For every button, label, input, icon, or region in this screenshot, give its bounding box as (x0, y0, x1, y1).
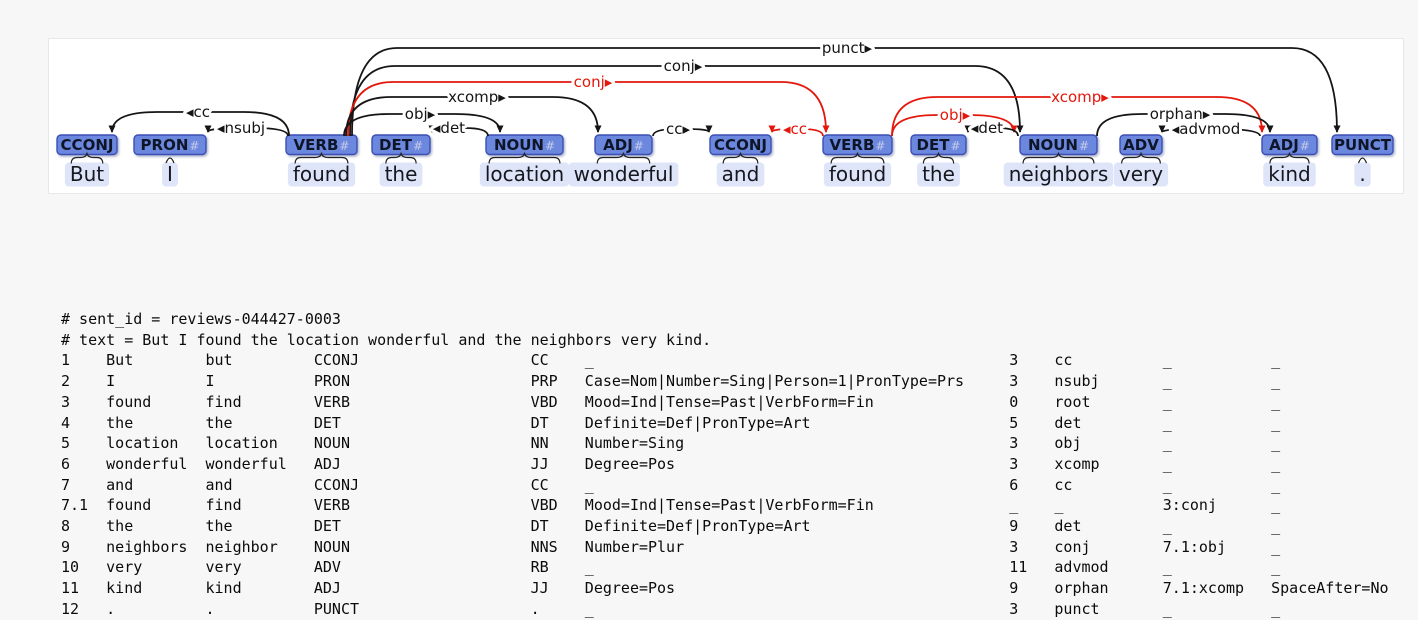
token[interactable]: PRON# I (133, 134, 207, 187)
token-pos-label: PRON# (141, 136, 200, 154)
token[interactable]: DET# the (371, 134, 431, 187)
token[interactable]: NOUN# neighbors (1003, 134, 1114, 187)
token-word[interactable]: the (385, 162, 418, 186)
token-pos-label: PUNCT (1334, 136, 1392, 154)
arc-label: ◂det (971, 119, 1003, 137)
arc-label: punct▸ (822, 39, 873, 57)
token[interactable]: VERB# found (285, 134, 358, 187)
token-pos-label: NOUN# (1028, 136, 1089, 154)
token[interactable]: ADV very (1113, 134, 1169, 187)
token-word[interactable]: kind (1268, 162, 1311, 186)
token[interactable]: ADJ# kind (1261, 134, 1318, 187)
token-pos-label: ADV (1123, 136, 1159, 154)
token[interactable]: PUNCT. (1331, 134, 1394, 187)
arc-label: cc▸ (666, 120, 690, 138)
conllu-text: # sent_id = reviews-044427-0003 # text =… (61, 310, 1389, 618)
token-word[interactable]: I (167, 162, 173, 186)
token-pos-label: NOUN# (494, 136, 555, 154)
arc-label: ◂det (433, 119, 465, 137)
token[interactable]: CCONJ and (709, 134, 772, 187)
token-pos-label: DET# (917, 136, 961, 154)
token[interactable]: DET# the (910, 134, 967, 187)
dependency-tree-svg: CCONJ But PRON# I VERB# found DET# the NOUN# loca… (56, 38, 1394, 187)
arc-label: conj▸ (574, 73, 613, 91)
token-word[interactable]: very (1119, 162, 1163, 186)
token-word[interactable]: But (70, 162, 104, 186)
token-word[interactable]: and (722, 162, 760, 186)
page: CCONJ But PRON# I VERB# found DET# the NOUN# loca… (0, 0, 1418, 618)
token-word[interactable]: wonderful (574, 162, 674, 186)
token-word[interactable]: neighbors (1009, 162, 1108, 186)
token-pos-label: ADJ# (603, 136, 644, 154)
arc-label: xcomp▸ (448, 88, 506, 106)
token-pos-label: ADJ# (1269, 136, 1310, 154)
token-pos-label: VERB# (830, 136, 886, 154)
arc-label: obj▸ (940, 106, 971, 124)
arc-label: conj▸ (664, 57, 703, 75)
token-word[interactable]: the (922, 162, 955, 186)
arc-label: obj▸ (405, 105, 436, 123)
dependency-diagram-panel: CCONJ But PRON# I VERB# found DET# the NOUN# loca… (48, 38, 1404, 194)
token[interactable]: ADJ# wonderful (568, 134, 679, 187)
arc-label: ◂cc (783, 120, 807, 138)
token[interactable]: NOUN# location (479, 134, 570, 187)
token[interactable]: CCONJ But (56, 134, 118, 187)
arc-label: ◂nsubj (217, 119, 265, 137)
token-pos-label: DET# (379, 136, 423, 154)
arc-label: ◂advmod (1172, 120, 1240, 138)
arc-label: ◂cc (186, 103, 210, 121)
token-pos-label: VERB# (294, 136, 350, 154)
token-word[interactable]: location (485, 162, 564, 186)
token-word[interactable]: found (829, 162, 886, 186)
arc-label: xcomp▸ (1051, 88, 1109, 106)
token[interactable]: VERB# found (822, 134, 893, 187)
token-word[interactable]: . (1359, 162, 1365, 186)
token-word[interactable]: found (293, 162, 350, 186)
token-pos-label: CCONJ (61, 136, 114, 154)
token-pos-label: CCONJ (714, 136, 767, 154)
